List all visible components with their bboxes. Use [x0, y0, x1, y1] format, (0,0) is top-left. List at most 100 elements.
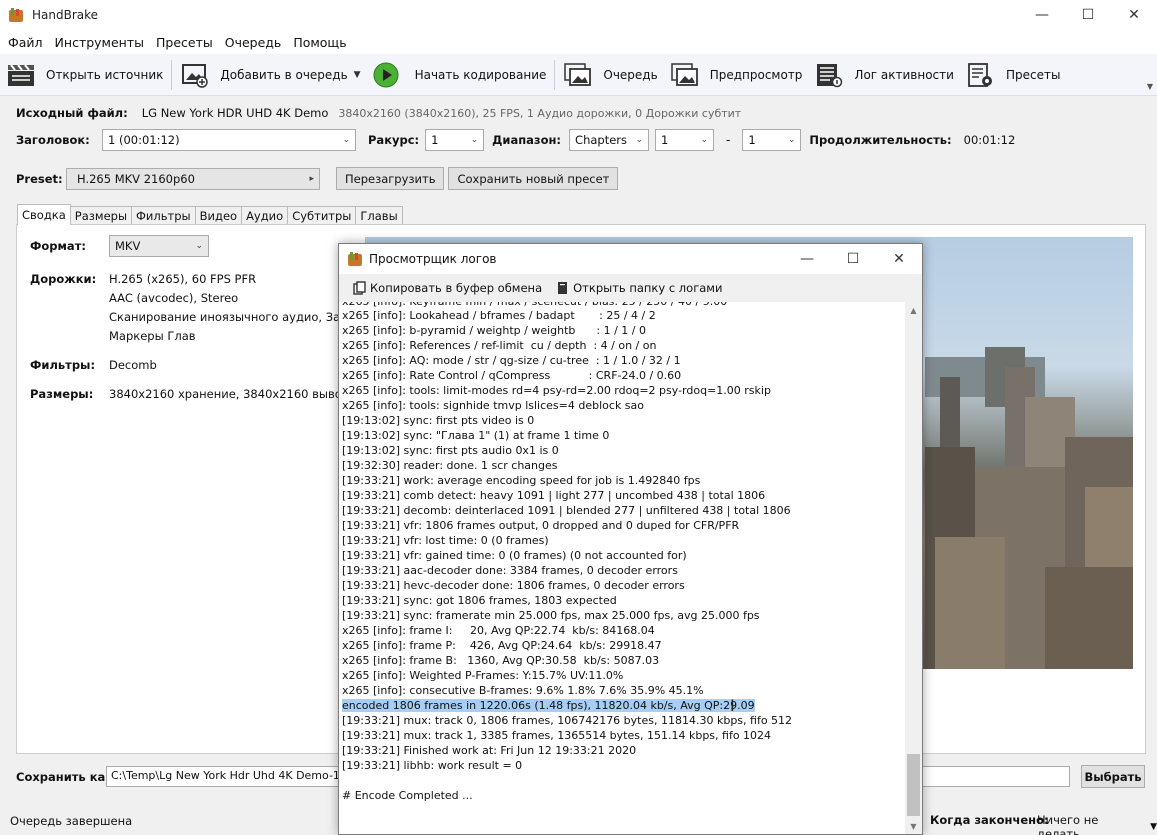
- log-lines-container: x265 [info]: Lookahead / bframes / badap…: [342, 308, 905, 803]
- log-line: [19:33:21] aac-decoder done: 3384 frames…: [342, 564, 678, 577]
- duration-value: 00:01:12: [963, 133, 1016, 147]
- log-text-area[interactable]: x265 [info]: Keyframe min / max / scenec…: [339, 302, 905, 834]
- range-separator: -: [726, 133, 731, 147]
- tab-filters[interactable]: Фильтры: [131, 206, 196, 225]
- log-line: # Encode Completed ...: [342, 789, 473, 802]
- add-image-icon: [182, 63, 209, 88]
- copy-icon: [353, 281, 366, 295]
- log-line: x265 [info]: tools: limit-modes rd=4 psy…: [342, 384, 771, 397]
- scroll-up-icon[interactable]: ▲: [905, 302, 922, 318]
- title-label: Заголовок:: [16, 133, 90, 147]
- chevron-down-icon: ⌄: [700, 135, 709, 145]
- status-text: Очередь завершена: [10, 813, 133, 828]
- preview-button[interactable]: Предпросмотр: [664, 55, 809, 95]
- tracks-label: Дорожки:: [30, 272, 97, 286]
- angle-dropdown[interactable]: 1 ⌄: [425, 129, 485, 151]
- log-line: [19:32:30] reader: done. 1 scr changes: [342, 459, 558, 472]
- toolbar-overflow-icon[interactable]: ▼: [1147, 82, 1153, 91]
- reload-preset-button[interactable]: Перезагрузить: [336, 167, 445, 190]
- log-line: x265 [info]: References / ref-limit cu /…: [342, 339, 657, 352]
- preset-label: Preset:: [16, 171, 63, 186]
- log-maximize-button[interactable]: ☐: [830, 244, 876, 274]
- source-name: LG New York HDR UHD 4K Demo: [141, 106, 329, 120]
- size-label: Размеры:: [30, 387, 94, 401]
- menu-presets[interactable]: Пресеты: [150, 35, 219, 50]
- scroll-down-icon[interactable]: ▼: [905, 818, 922, 834]
- log-minimize-button[interactable]: —: [784, 244, 830, 274]
- range-type-dropdown[interactable]: Chapters ⌄: [569, 129, 650, 151]
- log-line: [19:33:21] vfr: lost time: 0 (0 frames): [342, 534, 549, 547]
- play-icon: [373, 62, 399, 87]
- log-line: x265 [info]: tools: signhide tmvp lslice…: [342, 399, 645, 412]
- menu-help[interactable]: Помощь: [287, 35, 352, 50]
- activity-log-button[interactable]: Лог активности: [808, 55, 960, 95]
- format-label: Формат:: [30, 239, 86, 253]
- open-log-folder-button[interactable]: Открыть папку с логами: [556, 281, 722, 295]
- filters-label: Фильтры:: [30, 358, 96, 372]
- presets-button[interactable]: Пресеты: [960, 55, 1066, 95]
- save-new-preset-button[interactable]: Сохранить новый пресет: [448, 167, 619, 190]
- log-scrollbar[interactable]: ▲ ▼: [905, 302, 922, 834]
- open-source-button[interactable]: Открыть источник: [0, 55, 169, 95]
- log-line: [19:33:21] libhb: work result = 0: [342, 759, 523, 772]
- log-line: [19:33:21] work: average encoding speed …: [342, 474, 701, 487]
- dropdown-arrow-icon: ▼: [1150, 822, 1157, 832]
- log-line: x265 [info]: Rate Control / qCompress : …: [342, 369, 682, 382]
- handbrake-logo-icon: [348, 252, 362, 266]
- log-line: x265 [info]: frame B: 1360, Avg QP:30.58…: [342, 654, 660, 667]
- preset-selector[interactable]: H.265 MKV 2160p60 ▸: [66, 167, 320, 190]
- maximize-button[interactable]: ☐: [1065, 0, 1111, 30]
- log-line: [19:13:02] sync: first pts video is 0: [342, 414, 535, 427]
- range-to-dropdown[interactable]: 1 ⌄: [742, 129, 802, 151]
- log-line: x265 [info]: Lookahead / bframes / badap…: [342, 309, 656, 322]
- copy-to-clipboard-button[interactable]: Копировать в буфер обмена: [353, 281, 542, 295]
- log-close-button[interactable]: ✕: [876, 244, 922, 274]
- browse-button[interactable]: Выбрать: [1081, 765, 1145, 788]
- when-done-dropdown[interactable]: Ничего не делать ▼: [1037, 813, 1157, 835]
- start-encode-button[interactable]: Начать кодирование: [367, 55, 553, 95]
- track-item: Сканирование иноязычного аудио, Записа: [109, 310, 369, 324]
- chevron-down-icon: ⌄: [342, 135, 350, 145]
- preview-icon: [670, 62, 698, 86]
- title-dropdown[interactable]: 1 (00:01:12) ⌄: [102, 129, 356, 151]
- tab-video[interactable]: Видео: [194, 206, 243, 225]
- tab-audio[interactable]: Аудио: [241, 206, 289, 225]
- preset-row: Preset: H.265 MKV 2160p60 ▸ Перезагрузить…: [16, 167, 619, 190]
- close-button[interactable]: ✕: [1111, 0, 1157, 30]
- log-toolbar: Копировать в буфер обмена Открыть папку …: [339, 274, 922, 302]
- dropdown-arrow-icon[interactable]: ▼: [354, 70, 361, 80]
- tab-chapters[interactable]: Главы: [355, 206, 403, 225]
- log-line: [19:33:21] Finished work at: Fri Jun 12 …: [342, 744, 637, 757]
- log-line: [19:33:21] decomb: deinterlaced 1091 | b…: [342, 504, 791, 517]
- tab-subtitles[interactable]: Субтитры: [287, 206, 357, 225]
- log-line: [19:13:02] sync: first pts audio 0x1 is …: [342, 444, 559, 457]
- scroll-thumb[interactable]: [907, 754, 920, 816]
- chevron-down-icon: ⌄: [787, 135, 796, 145]
- save-as-label: Сохранить как:: [16, 770, 118, 784]
- angle-label: Ракурс:: [368, 133, 420, 147]
- filters-value: Decomb: [109, 358, 157, 372]
- menu-queue[interactable]: Очередь: [219, 35, 288, 50]
- toolbar: Открыть источник Добавить в очередь ▼ На…: [0, 54, 1157, 96]
- log-line: x265 [info]: AQ: mode / str / qg-size / …: [342, 354, 681, 367]
- chevron-down-icon: ⌄: [635, 135, 644, 145]
- add-to-queue-button[interactable]: Добавить в очередь ▼: [174, 55, 366, 95]
- text-cursor-icon: I: [730, 696, 735, 715]
- tab-summary[interactable]: Сводка: [17, 204, 71, 225]
- menu-file[interactable]: Файл: [2, 35, 49, 50]
- minimize-button[interactable]: —: [1019, 0, 1065, 30]
- log-line: [19:33:21] hevc-decoder done: 1806 frame…: [342, 579, 685, 592]
- log-line: [19:33:21] sync: framerate min 25.000 fp…: [342, 609, 760, 622]
- menu-tools[interactable]: Инструменты: [49, 35, 150, 50]
- queue-button[interactable]: Очередь: [557, 55, 663, 95]
- log-line: [19:33:21] vfr: 1806 frames output, 0 dr…: [342, 519, 740, 532]
- chevron-down-icon: ⌄: [470, 135, 479, 145]
- range-from-dropdown[interactable]: 1 ⌄: [655, 129, 715, 151]
- log-viewer-title-bar: Просмотрщик логов — ☐ ✕: [339, 244, 922, 274]
- log-line-selected: encoded 1806 frames in 1220.06s (1.48 fp…: [342, 699, 755, 712]
- log-line: [19:13:02] sync: "Глава 1" (1) at frame …: [342, 429, 610, 442]
- tab-dimensions[interactable]: Размеры: [69, 206, 133, 225]
- presets-icon: [968, 62, 992, 87]
- format-dropdown[interactable]: MKV ⌄: [109, 235, 209, 257]
